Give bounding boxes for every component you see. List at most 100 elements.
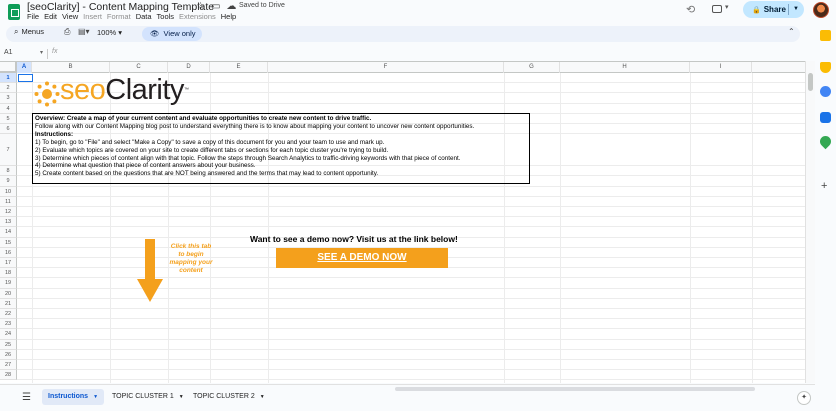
row-header[interactable]: 18: [0, 268, 17, 279]
chevron-down-icon[interactable]: ▼: [93, 394, 98, 400]
share-button[interactable]: 🔒 Share ▼: [743, 1, 804, 18]
menu-tools[interactable]: Tools: [157, 12, 175, 21]
row-header[interactable]: 25: [0, 339, 17, 350]
eye-icon: 👁: [150, 29, 160, 38]
scroll-thumb[interactable]: [808, 73, 813, 91]
row-header[interactable]: 11: [0, 196, 17, 207]
grid-line: [17, 328, 805, 330]
print-icon[interactable]: ⎙: [64, 27, 70, 37]
row-header[interactable]: 9: [0, 176, 17, 187]
cloud-saved-icon[interactable]: ☁: [226, 1, 236, 12]
row-header[interactable]: 4: [0, 103, 17, 114]
overview-box: Overview: Create a map of your current c…: [32, 113, 530, 184]
paint-format-icon[interactable]: ▤▾: [78, 27, 90, 36]
star-icon[interactable]: ☆: [196, 1, 205, 12]
calendar-icon[interactable]: [820, 30, 831, 41]
grid-line: [17, 348, 805, 350]
column-header[interactable]: I: [690, 62, 752, 73]
contacts-icon[interactable]: [820, 112, 831, 123]
name-box[interactable]: A1: [4, 49, 13, 56]
menu-view[interactable]: View: [62, 12, 78, 21]
column-header[interactable]: G: [504, 62, 560, 73]
scroll-thumb[interactable]: [395, 387, 755, 391]
meet-button[interactable]: ▾: [712, 3, 732, 15]
menu-format[interactable]: Format: [107, 12, 131, 21]
menus-label: Menus: [21, 27, 44, 36]
chevron-down-icon[interactable]: ▼: [793, 1, 799, 18]
chevron-up-icon[interactable]: ⌃: [788, 27, 795, 36]
row-header[interactable]: 21: [0, 298, 17, 309]
column-header[interactable]: H: [560, 62, 690, 73]
column-header[interactable]: E: [210, 62, 268, 73]
column-header[interactable]: A: [17, 62, 32, 73]
row-header[interactable]: 12: [0, 207, 17, 218]
view-only-button[interactable]: 👁 View only: [142, 27, 202, 41]
column-header[interactable]: D: [168, 62, 210, 73]
grid-line: [17, 297, 805, 299]
tab-topic-cluster-1[interactable]: TOPIC CLUSTER 1 ▼: [106, 389, 190, 405]
row-header[interactable]: 23: [0, 319, 17, 330]
tab-instructions[interactable]: Instructions ▼: [42, 389, 105, 405]
menu-extensions[interactable]: Extensions: [179, 12, 216, 21]
arrow-down-icon: [137, 239, 163, 302]
grid-line: [17, 195, 805, 197]
row-header[interactable]: 16: [0, 247, 17, 258]
column-header[interactable]: C: [110, 62, 168, 73]
spreadsheet-grid[interactable]: ABCDEFGHIJ 12345678910111213141516171819…: [0, 61, 805, 383]
menu-insert[interactable]: Insert: [83, 12, 102, 21]
vertical-scrollbar[interactable]: [805, 61, 815, 383]
zoom-select[interactable]: 100% ▾: [97, 28, 122, 37]
account-avatar[interactable]: [813, 2, 829, 18]
row-header[interactable]: 22: [0, 309, 17, 320]
row-header[interactable]: 27: [0, 360, 17, 371]
row-header[interactable]: 2: [0, 83, 17, 94]
row-header[interactable]: 8: [0, 166, 17, 177]
tasks-icon[interactable]: [820, 86, 831, 97]
grid-line: [17, 226, 805, 228]
select-all-corner[interactable]: [0, 62, 17, 73]
chevron-down-icon[interactable]: ▼: [260, 394, 265, 400]
menu-data[interactable]: Data: [136, 12, 152, 21]
row-header[interactable]: 24: [0, 329, 17, 340]
maps-icon[interactable]: [817, 133, 834, 150]
instructions-label: Instructions:: [35, 130, 74, 138]
add-icon[interactable]: +: [821, 180, 827, 192]
menu-edit[interactable]: Edit: [44, 12, 57, 21]
column-header[interactable]: B: [32, 62, 110, 73]
all-sheets-icon[interactable]: ☰: [22, 392, 31, 403]
row-header[interactable]: 20: [0, 288, 17, 299]
row-header[interactable]: 10: [0, 186, 17, 197]
row-header[interactable]: 26: [0, 349, 17, 360]
column-header[interactable]: J: [752, 62, 805, 73]
row-header[interactable]: 15: [0, 237, 17, 248]
selected-cell-a1[interactable]: [18, 74, 33, 82]
share-divider: [788, 4, 789, 15]
lock-icon: 🔒: [752, 7, 761, 14]
chevron-down-icon[interactable]: ▾: [40, 49, 43, 56]
row-header[interactable]: 7: [0, 134, 17, 167]
row-header[interactable]: 19: [0, 278, 17, 289]
row-header[interactable]: 5: [0, 113, 17, 124]
row-header[interactable]: 28: [0, 370, 17, 381]
grid-line: [560, 73, 561, 383]
row-header[interactable]: 6: [0, 124, 17, 135]
row-header[interactable]: 1: [0, 73, 17, 84]
menu-help[interactable]: Help: [221, 12, 236, 21]
row-header[interactable]: 3: [0, 93, 17, 104]
row-header[interactable]: 14: [0, 227, 17, 238]
column-header[interactable]: F: [268, 62, 504, 73]
row-header[interactable]: 13: [0, 217, 17, 228]
menu-file[interactable]: File: [27, 12, 39, 21]
row-header[interactable]: 17: [0, 258, 17, 269]
search-menus-button[interactable]: ⌕ Menus: [14, 27, 44, 37]
move-folder-icon[interactable]: ▭: [211, 1, 220, 12]
horizontal-scrollbar[interactable]: [395, 387, 795, 392]
sheets-logo-icon[interactable]: [8, 4, 20, 20]
column-headers: ABCDEFGHIJ: [0, 62, 805, 73]
chevron-down-icon[interactable]: ▼: [179, 394, 184, 400]
see-demo-button[interactable]: SEE A DEMO NOW: [276, 248, 448, 268]
version-history-icon[interactable]: ⟲: [686, 3, 695, 16]
keep-icon[interactable]: [820, 62, 831, 73]
explore-icon[interactable]: ✦: [797, 391, 811, 405]
tab-topic-cluster-2[interactable]: TOPIC CLUSTER 2 ▼: [187, 389, 271, 405]
